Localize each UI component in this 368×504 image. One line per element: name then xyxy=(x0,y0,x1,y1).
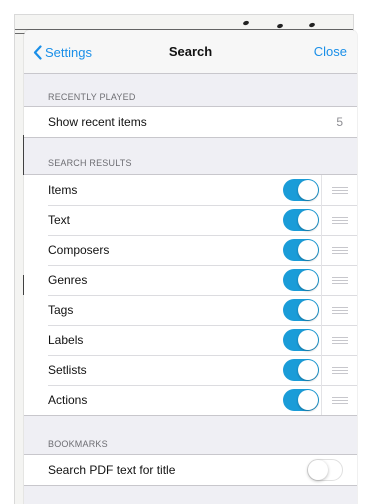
show-recent-items-row[interactable]: Show recent items 5 xyxy=(24,107,357,137)
toggle-knob xyxy=(298,210,318,230)
toggle-genres[interactable] xyxy=(283,269,319,291)
search-pdf-text-label: Search PDF text for title xyxy=(48,463,176,477)
show-recent-items-count: 5 xyxy=(336,115,343,129)
drag-handle-icon[interactable] xyxy=(332,187,348,194)
recently-played-group: Show recent items 5 xyxy=(24,106,357,138)
drag-handle-icon[interactable] xyxy=(332,247,348,254)
section-header-recently-played: Recently Played xyxy=(48,92,136,102)
section-header-bookmarks: Bookmarks xyxy=(48,439,108,449)
search-result-label: Tags xyxy=(48,303,74,317)
row-divider xyxy=(321,205,322,235)
drag-handle-icon[interactable] xyxy=(332,397,348,404)
search-result-label: Text xyxy=(48,213,71,227)
search-result-row-labels: Labels xyxy=(24,325,357,355)
row-divider xyxy=(321,355,322,385)
search-result-label: Items xyxy=(48,183,78,197)
toggle-knob xyxy=(298,330,318,350)
toggle-knob xyxy=(298,360,318,380)
search-pdf-text-toggle[interactable] xyxy=(307,459,343,481)
toggle-knob xyxy=(298,240,318,260)
toggle-text[interactable] xyxy=(283,209,319,231)
bookmarks-group: Search PDF text for title xyxy=(24,454,357,486)
toggle-knob xyxy=(298,270,318,290)
page-title: Search xyxy=(168,44,213,59)
toggle-knob xyxy=(298,300,318,320)
drag-handle-icon[interactable] xyxy=(332,337,348,344)
row-divider xyxy=(321,175,322,205)
toggle-knob xyxy=(298,390,318,410)
toggle-actions[interactable] xyxy=(283,389,319,411)
search-result-label: Labels xyxy=(48,333,84,347)
search-result-row-actions: Actions xyxy=(24,385,357,415)
screen-frame: Settings Search Close Recently Played Sh… xyxy=(0,0,368,504)
navigation-bar: Settings Search Close xyxy=(24,30,357,74)
search-settings-panel: Settings Search Close Recently Played Sh… xyxy=(24,30,357,504)
search-result-row-genres: Genres xyxy=(24,265,357,295)
row-divider xyxy=(321,235,322,265)
drag-handle-icon[interactable] xyxy=(332,277,348,284)
toggle-knob xyxy=(298,180,318,200)
search-result-row-composers: Composers xyxy=(24,235,357,265)
toggle-labels[interactable] xyxy=(283,329,319,351)
toggle-knob xyxy=(308,460,328,480)
show-recent-items-label: Show recent items xyxy=(48,115,147,129)
search-pdf-text-row: Search PDF text for title xyxy=(24,455,357,485)
search-result-row-text: Text xyxy=(24,205,357,235)
drag-handle-icon[interactable] xyxy=(332,307,348,314)
search-result-label: Genres xyxy=(48,273,88,287)
row-divider xyxy=(321,385,322,415)
toggle-items[interactable] xyxy=(283,179,319,201)
toggle-composers[interactable] xyxy=(283,239,319,261)
section-header-search-results: Search Results xyxy=(48,158,132,168)
search-results-group: Items Text Composers Genres Tags Labels … xyxy=(24,174,357,416)
toggle-setlists[interactable] xyxy=(283,359,319,381)
close-button[interactable]: Close xyxy=(314,44,347,59)
row-divider xyxy=(321,325,322,355)
search-result-label: Actions xyxy=(48,393,88,407)
search-result-row-tags: Tags xyxy=(24,295,357,325)
search-result-row-setlists: Setlists xyxy=(24,355,357,385)
drag-handle-icon[interactable] xyxy=(332,217,348,224)
search-result-label: Composers xyxy=(48,243,110,257)
search-result-row-items: Items xyxy=(24,175,357,205)
row-divider xyxy=(321,265,322,295)
search-result-label: Setlists xyxy=(48,363,87,377)
drag-handle-icon[interactable] xyxy=(332,367,348,374)
row-divider xyxy=(321,295,322,325)
toggle-tags[interactable] xyxy=(283,299,319,321)
